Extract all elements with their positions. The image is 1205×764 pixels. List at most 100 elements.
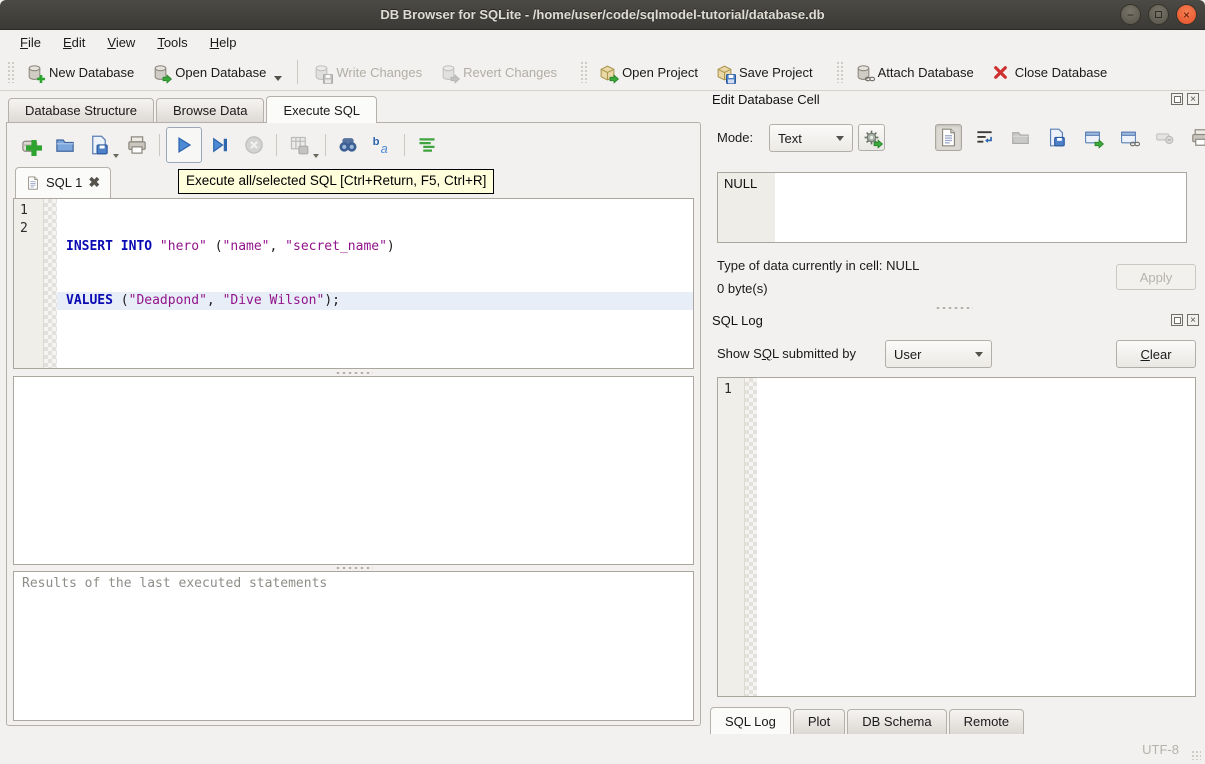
splitter-dots-icon <box>335 566 373 570</box>
sql-log-dock-title: SQL Log <box>712 313 763 328</box>
execute-current-line-button[interactable] <box>204 129 236 161</box>
find-replace-button[interactable] <box>366 129 398 161</box>
dock-splitter-handle[interactable] <box>935 306 973 310</box>
log-content-area[interactable] <box>757 378 1195 696</box>
text-mode-button[interactable] <box>935 124 962 151</box>
sql-editor-tab-bar: SQL 1 ✖ <box>15 167 111 198</box>
tab-sql-log[interactable]: SQL Log <box>710 707 791 734</box>
right-dock-area: Edit Database Cell × Mode: Text <box>705 92 1205 742</box>
menu-file[interactable]: File <box>10 33 51 52</box>
edit-cell-controls: Mode: Text <box>705 122 1205 154</box>
log-line-number: 1 <box>724 381 744 399</box>
replace-letters-icon <box>372 135 392 155</box>
sql-toolbar <box>13 126 443 164</box>
dock-float-icon[interactable] <box>1171 314 1183 326</box>
open-database-dropdown-icon[interactable] <box>274 76 282 81</box>
chevron-down-icon <box>975 352 983 357</box>
clear-log-button[interactable]: Clear <box>1116 340 1196 368</box>
close-database-label: Close Database <box>1015 65 1108 80</box>
save-sql-file-button[interactable] <box>83 129 115 161</box>
close-database-button[interactable]: Close Database <box>983 59 1117 86</box>
minimize-button[interactable]: − <box>1120 4 1141 25</box>
tab-database-structure[interactable]: Database Structure <box>8 98 154 123</box>
play-icon <box>174 135 194 155</box>
sql-editor-tab[interactable]: SQL 1 ✖ <box>15 167 111 198</box>
format-lines-icon <box>417 135 437 155</box>
revert-changes-label: Revert Changes <box>463 65 557 80</box>
close-database-icon <box>992 64 1009 81</box>
log-filter-value: User <box>894 347 921 362</box>
window-title: DB Browser for SQLite - /home/user/code/… <box>380 7 824 22</box>
new-sql-tab-button[interactable] <box>15 129 47 161</box>
maximize-icon <box>1155 11 1162 18</box>
results-message-pane[interactable]: Results of the last executed statements <box>13 571 694 721</box>
print-cell-button[interactable] <box>1187 124 1205 151</box>
tab-remote[interactable]: Remote <box>949 709 1025 734</box>
save-project-icon <box>716 64 733 81</box>
attach-database-icon <box>855 64 872 81</box>
open-project-button[interactable]: Open Project <box>590 59 707 86</box>
resize-grip[interactable] <box>1191 750 1201 760</box>
sql-log-view[interactable]: 1 <box>717 377 1196 697</box>
revert-changes-icon <box>440 64 457 81</box>
sql-toolbar-separator <box>159 134 160 156</box>
close-button[interactable]: × <box>1176 4 1197 25</box>
menu-help[interactable]: Help <box>200 33 247 52</box>
tab-db-schema[interactable]: DB Schema <box>847 709 946 734</box>
dock-float-icon[interactable] <box>1171 93 1183 105</box>
fold-margin <box>44 199 57 368</box>
open-database-button[interactable]: Open Database <box>143 59 291 86</box>
mode-combo-value: Text <box>778 131 802 146</box>
splitter-dots-icon <box>335 371 373 375</box>
print-sql-button[interactable] <box>121 129 153 161</box>
write-changes-button: Write Changes <box>304 59 431 86</box>
copy-link-button[interactable] <box>1115 124 1142 151</box>
print-icon <box>127 135 147 155</box>
sql-editor[interactable]: 1 2 INSERT INTO "hero" ("name", "secret_… <box>13 198 694 369</box>
maximize-button[interactable] <box>1148 4 1169 25</box>
export-cell-button[interactable] <box>1043 124 1070 151</box>
toolbar-separator <box>297 60 298 84</box>
open-in-external-button[interactable] <box>1079 124 1106 151</box>
save-project-button[interactable]: Save Project <box>707 59 822 86</box>
tab-browse-data[interactable]: Browse Data <box>156 98 264 123</box>
find-button[interactable] <box>332 129 364 161</box>
menu-edit[interactable]: Edit <box>53 33 95 52</box>
word-wrap-button[interactable] <box>971 124 998 151</box>
menu-tools[interactable]: Tools <box>147 33 197 52</box>
tab-plot[interactable]: Plot <box>793 709 845 734</box>
sql-code-area[interactable]: INSERT INTO "hero" ("name", "secret_name… <box>57 199 693 368</box>
results-grid-pane[interactable] <box>13 376 694 565</box>
dock-close-icon[interactable]: × <box>1187 314 1199 326</box>
cell-value-editor[interactable]: NULL <box>717 172 1187 243</box>
encoding-indicator: UTF-8 <box>1142 742 1179 757</box>
dock-close-icon[interactable]: × <box>1187 93 1199 105</box>
toolbar-grip[interactable] <box>580 61 587 83</box>
sql-log-controls: Show SQL submitted by User Clear <box>705 340 1205 370</box>
open-database-label: Open Database <box>175 65 266 80</box>
log-fold-margin <box>745 378 757 696</box>
execute-sql-button[interactable] <box>166 127 202 163</box>
menu-view[interactable]: View <box>97 33 145 52</box>
status-bar: UTF-8 <box>0 736 1205 764</box>
attach-database-button[interactable]: Attach Database <box>846 59 983 86</box>
cell-value-area[interactable] <box>775 173 1186 242</box>
new-database-button[interactable]: New Database <box>17 59 143 86</box>
auto-apply-button[interactable] <box>858 124 885 151</box>
cell-type-info: Type of data currently in cell: NULL <box>717 258 919 273</box>
mode-combo[interactable]: Text <box>769 124 853 152</box>
dock-tab-bar: SQL Log Plot DB Schema Remote <box>710 707 1026 734</box>
line-number: 1 <box>20 202 43 220</box>
open-sql-file-button[interactable] <box>49 129 81 161</box>
tab-execute-sql[interactable]: Execute SQL <box>266 96 377 123</box>
execute-sql-page: SQL 1 ✖ 1 2 INSERT INTO "hero" ("name", … <box>6 122 701 726</box>
save-sql-dropdown-icon[interactable] <box>113 154 119 158</box>
format-sql-button[interactable] <box>411 129 443 161</box>
edit-cell-dock-title: Edit Database Cell <box>712 92 820 107</box>
save-results-button <box>283 129 315 161</box>
new-database-icon <box>26 64 43 81</box>
toolbar-grip[interactable] <box>836 61 843 83</box>
log-filter-combo[interactable]: User <box>885 340 992 368</box>
toolbar-grip[interactable] <box>7 61 14 83</box>
close-tab-icon[interactable]: ✖ <box>88 174 100 191</box>
